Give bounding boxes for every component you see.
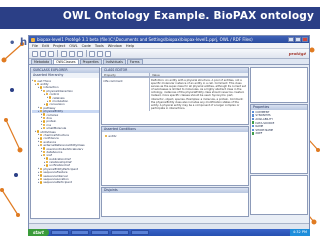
property-row[interactable]: XREF xyxy=(251,131,307,136)
bullet-text: h xyxy=(20,37,28,48)
menu-code[interactable]: Code xyxy=(82,43,91,48)
toolbar-divider xyxy=(57,50,58,57)
workspace: SUBCLASS EXPLORER Asserted Hierarchy ▸ ow… xyxy=(29,66,309,223)
object-property-icon xyxy=(252,121,255,124)
class-editor-column: CLASS EDITOR Property Value rdfs:comment… xyxy=(101,67,249,222)
protege-logo: protégé xyxy=(288,51,306,56)
slide-title: OWL Ontology Example. BioPAX ontology xyxy=(62,10,314,22)
maximize-icon[interactable] xyxy=(295,37,301,42)
new-icon[interactable] xyxy=(32,50,38,57)
asserted-conditions-panel: Asserted Conditions entity xyxy=(101,126,249,186)
object-property-icon xyxy=(252,132,255,135)
cut-icon[interactable] xyxy=(60,50,67,57)
taskbar: start 4:32 PM xyxy=(28,229,310,236)
open-icon[interactable] xyxy=(40,50,46,57)
menu-help[interactable]: Help xyxy=(126,43,134,48)
tab-properties[interactable]: Properties xyxy=(79,59,102,64)
properties-panel: Properties COMMENT SYNONYMS AVAILABILITY DA… xyxy=(250,104,308,174)
right-column: Properties COMMENT SYNONYMS AVAILABILITY DA… xyxy=(250,67,308,222)
undo-icon[interactable] xyxy=(89,50,95,57)
menu-project[interactable]: Project xyxy=(53,43,65,48)
start-button[interactable]: start xyxy=(28,229,49,236)
save-icon[interactable] xyxy=(48,50,54,57)
superclass-row[interactable]: entity xyxy=(102,134,248,137)
menu-edit[interactable]: Edit xyxy=(42,43,49,48)
bullet-marker: • xyxy=(9,38,16,49)
tree-item[interactable]: ▸ sequenceParticipant xyxy=(32,181,99,184)
taskbar-app-button[interactable] xyxy=(110,230,129,235)
toolbar: protégé xyxy=(29,49,309,59)
value-column-header: Value xyxy=(152,73,160,77)
minimize-icon[interactable] xyxy=(288,37,294,42)
slide-title-bar: OWL Ontology Example. BioPAX ontology xyxy=(0,7,320,29)
close-icon[interactable] xyxy=(302,37,308,42)
annotation-property: rdfs:comment xyxy=(102,78,150,111)
menu-file[interactable]: File xyxy=(32,43,38,48)
empty-panel-bottom xyxy=(250,175,308,215)
tree-item-label: sequenceParticipant xyxy=(43,180,72,185)
empty-panel-top xyxy=(250,67,308,103)
datatype-property-icon xyxy=(252,110,255,113)
tab-bar: Metadata OWLClasses Properties Individua… xyxy=(29,59,309,65)
protege-window: biopax-level1 Protégé 3.1 beta (file:\C:… xyxy=(28,35,310,230)
annotation-value[interactable]: Definition: An entity with a physical st… xyxy=(150,78,248,111)
window-titlebar: biopax-level1 Protégé 3.1 beta (file:\C:… xyxy=(29,36,309,43)
class-icon xyxy=(105,134,108,137)
subclass-explorer-panel: SUBCLASS EXPLORER Asserted Hierarchy ▸ ow… xyxy=(30,67,100,219)
property-column-header: Property xyxy=(102,73,150,77)
property-list: COMMENT SYNONYMS AVAILABILITY DATA-SOURCE NA… xyxy=(251,110,307,135)
taskbar-app-button[interactable] xyxy=(90,230,109,235)
class-editor-panel: CLASS EDITOR Property Value rdfs:comment… xyxy=(101,67,249,125)
tab-owlclasses[interactable]: OWLClasses xyxy=(53,59,79,64)
redo-icon[interactable] xyxy=(97,50,103,57)
search-icon[interactable] xyxy=(105,50,111,57)
class-icon xyxy=(40,181,43,184)
taskbar-clock: 4:32 PM xyxy=(289,229,310,236)
tab-individuals[interactable]: Individuals xyxy=(102,59,126,64)
toolbar-divider xyxy=(85,50,86,57)
taskbar-app-button[interactable] xyxy=(50,230,69,235)
tab-forms[interactable]: Forms xyxy=(126,59,143,64)
app-icon xyxy=(31,37,35,42)
datatype-property-icon xyxy=(252,117,255,121)
disjoints-header: Disjoints xyxy=(102,188,248,193)
menu-owl[interactable]: OWL xyxy=(69,43,77,48)
class-tree: ▸ owl:Thing ▸ entity ▸ interaction ▸ physicalIn… xyxy=(31,78,99,184)
datatype-property-icon xyxy=(252,114,255,117)
datatype-property-icon xyxy=(252,128,255,131)
property-label: XREF xyxy=(255,131,263,136)
left-column: SUBCLASS EXPLORER Asserted Hierarchy ▸ ow… xyxy=(30,67,100,222)
taskbar-app-button[interactable] xyxy=(70,230,89,235)
menu-tools[interactable]: Tools xyxy=(95,43,104,48)
asserted-conditions-header: Asserted Conditions xyxy=(102,127,248,132)
datatype-property-icon xyxy=(252,124,255,128)
menu-window[interactable]: Window xyxy=(108,43,122,48)
annotation-row[interactable]: rdfs:comment Definition: An entity with … xyxy=(102,77,248,111)
disjoints-panel: Disjoints xyxy=(101,187,249,217)
tab-metadata[interactable]: Metadata xyxy=(31,59,53,64)
copy-icon[interactable] xyxy=(68,50,75,57)
superclass-label: entity xyxy=(108,134,117,138)
window-controls xyxy=(288,37,308,42)
window-title: biopax-level1 Protégé 3.1 beta (file:\C:… xyxy=(37,37,253,42)
paste-icon[interactable] xyxy=(76,50,83,57)
taskbar-app-button[interactable] xyxy=(130,230,149,235)
